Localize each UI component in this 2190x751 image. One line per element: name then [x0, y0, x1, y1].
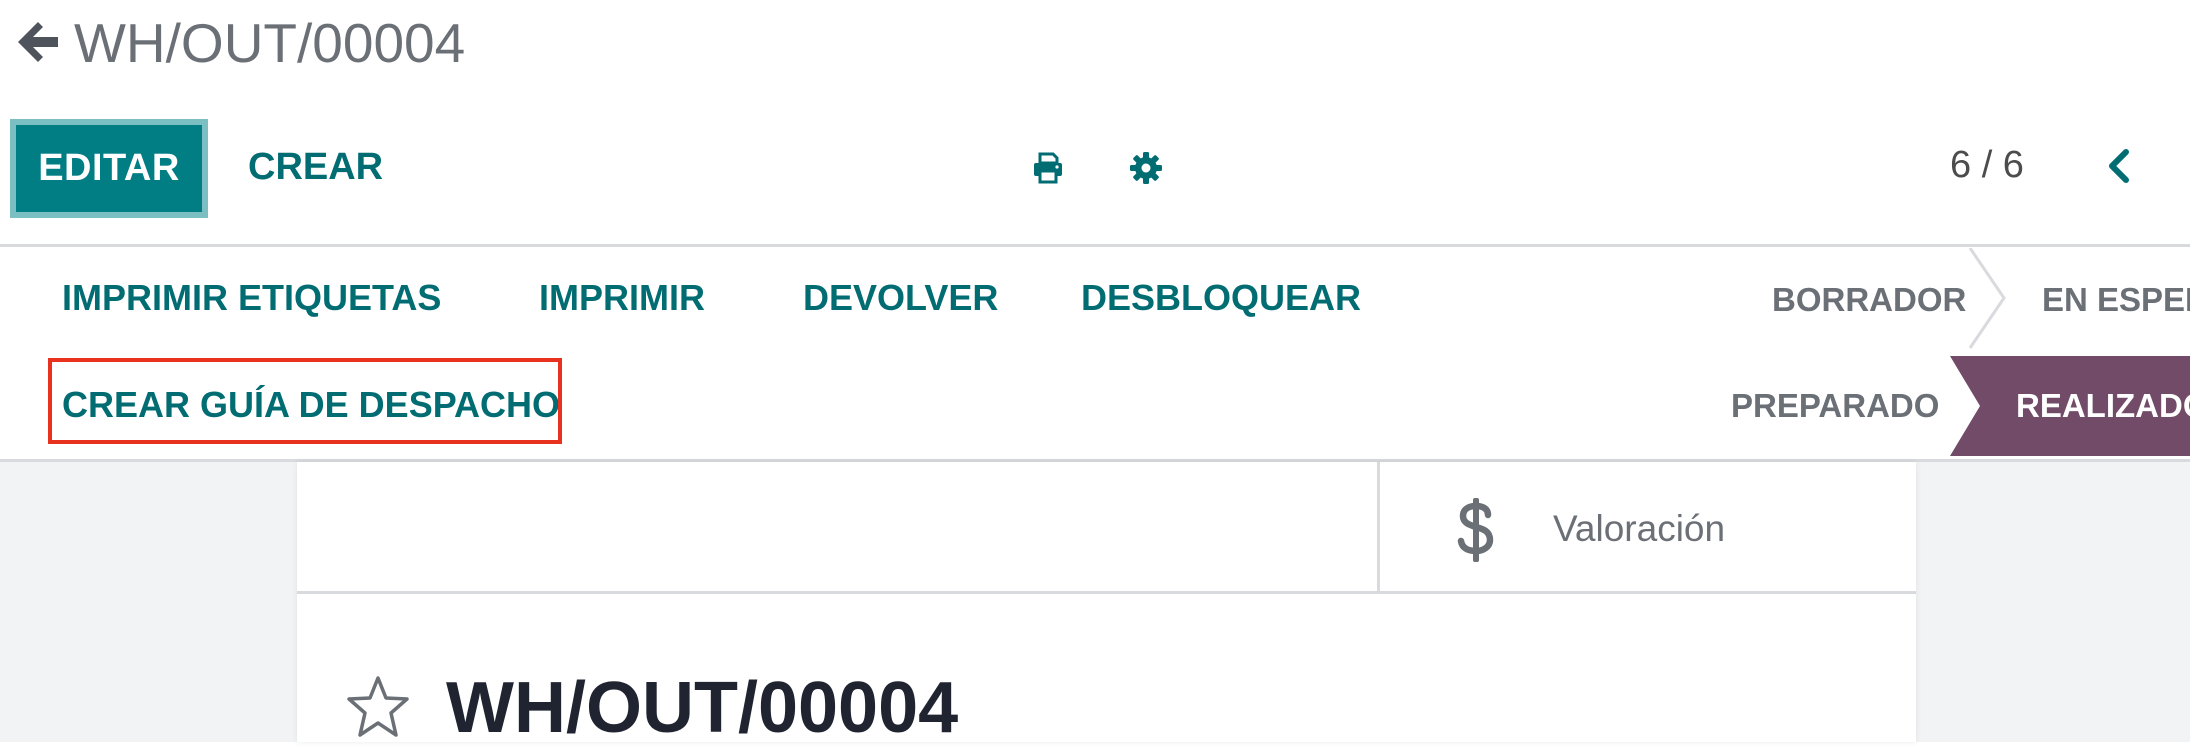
- print-icon[interactable]: [1031, 151, 1065, 185]
- button-box-divider: [1377, 462, 1380, 593]
- print-button[interactable]: IMPRIMIR: [539, 276, 705, 320]
- edit-button[interactable]: EDITAR: [10, 119, 208, 218]
- gear-icon[interactable]: [1129, 151, 1163, 185]
- chevron-left-icon[interactable]: [2100, 146, 2140, 186]
- stage-draft[interactable]: BORRADOR: [1772, 280, 1966, 320]
- print-labels-button[interactable]: IMPRIMIR ETIQUETAS: [62, 276, 441, 320]
- record-name: WH/OUT/00004: [446, 668, 959, 748]
- dollar-icon[interactable]: [1454, 496, 1498, 564]
- highlight-box: [48, 358, 562, 444]
- breadcrumb-title: WH/OUT/00004: [74, 12, 466, 74]
- stage-ready[interactable]: PREPARADO: [1731, 386, 1939, 426]
- valuation-button[interactable]: Valoración: [1553, 507, 1725, 551]
- unlock-button[interactable]: DESBLOQUEAR: [1081, 276, 1361, 320]
- control-panel-divider: [0, 244, 2190, 247]
- stage-waiting[interactable]: EN ESPER: [2042, 280, 2190, 320]
- arrow-left-icon[interactable]: [14, 18, 62, 66]
- stage-done[interactable]: REALIZADO: [2016, 386, 2190, 426]
- create-button[interactable]: CREAR: [248, 144, 383, 190]
- stage-separator: [1968, 247, 2010, 350]
- return-button[interactable]: DEVOLVER: [803, 276, 998, 320]
- star-icon[interactable]: [345, 674, 411, 740]
- pager-value[interactable]: 6 / 6: [1950, 142, 2024, 188]
- button-box-bottom-border: [297, 591, 1916, 594]
